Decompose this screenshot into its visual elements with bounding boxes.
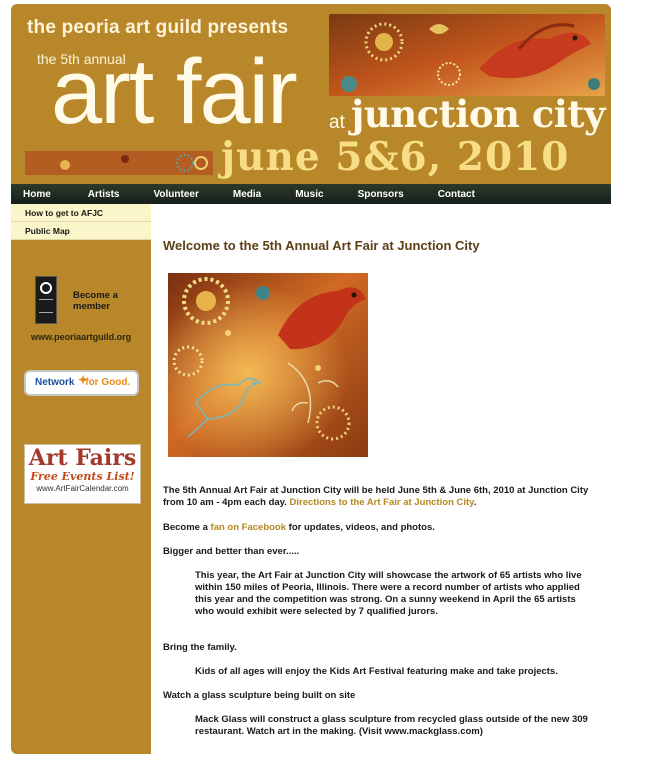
nav-media[interactable]: Media [233, 189, 261, 200]
sidebar: How to get to AFJC Public Map Become a m… [11, 204, 151, 754]
banner-dates: june 5&6, 2010 [221, 134, 570, 180]
main-nav: Home Artists Volunteer Media Music Spons… [11, 184, 611, 204]
nav-sponsors[interactable]: Sponsors [358, 189, 404, 200]
art-guild-logo-icon[interactable] [35, 276, 57, 324]
for-good-label: for Good. [85, 377, 131, 388]
facebook-link[interactable]: fan on Facebook [211, 522, 286, 533]
sidebar-link-public-map[interactable]: Public Map [11, 222, 151, 240]
network-label: Network [35, 377, 75, 388]
nav-home[interactable]: Home [23, 189, 51, 200]
art-fairs-calendar-badge[interactable]: Art Fairs Free Events List! www.ArtFairC… [24, 444, 141, 504]
become-member-label[interactable]: Become a member [73, 290, 133, 312]
nav-music[interactable]: Music [295, 189, 323, 200]
art-fairs-title: Art Fairs [28, 445, 137, 471]
glass-paragraph: Mack Glass will construct a glass sculpt… [195, 714, 588, 737]
guild-url[interactable]: www.peoriaartguild.org [31, 332, 131, 342]
banner-artwork-bird [329, 14, 605, 96]
banner-presents: the peoria art guild presents [27, 17, 289, 38]
directions-link[interactable]: Directions to the Art Fair at Junction C… [290, 497, 474, 508]
family-heading: Bring the family. [163, 642, 237, 653]
hero-artwork-birds [168, 273, 368, 457]
nav-artists[interactable]: Artists [88, 189, 120, 200]
bigger-paragraph: This year, the Art Fair at Junction City… [195, 570, 582, 617]
art-fairs-subtitle: Free Events List! [30, 470, 135, 483]
page-title: Welcome to the 5th Annual Art Fair at Ju… [163, 238, 480, 253]
page: the peoria art guild presents the 5th an… [11, 4, 611, 754]
banner-artwork-strip [25, 151, 213, 175]
main-content: Welcome to the 5th Annual Art Fair at Ju… [163, 238, 603, 737]
art-fairs-url: www.ArtFairCalendar.com [36, 484, 129, 493]
facebook-paragraph: Become a fan on Facebook for updates, vi… [163, 522, 603, 534]
glass-heading: Watch a glass sculpture being built on s… [163, 690, 356, 701]
header-banner: the peoria art guild presents the 5th an… [11, 4, 611, 184]
sidebar-link-directions[interactable]: How to get to AFJC [11, 204, 151, 222]
banner-at: at [329, 112, 345, 133]
nav-volunteer[interactable]: Volunteer [153, 189, 198, 200]
intro-end: . [473, 497, 477, 508]
network-for-good-badge[interactable]: Network ✦ for Good. [24, 370, 139, 396]
family-paragraph: Kids of all ages will enjoy the Kids Art… [195, 666, 558, 677]
banner-title: art fair [51, 41, 298, 143]
bigger-heading: Bigger and better than ever..... [163, 546, 300, 557]
runner-icon: ✦ [78, 373, 89, 387]
facebook-pre: Become a [163, 522, 208, 533]
facebook-post: for updates, videos, and photos. [288, 522, 435, 533]
intro-paragraph: The 5th Annual Art Fair at Junction City… [163, 485, 603, 509]
nav-contact[interactable]: Contact [438, 189, 475, 200]
banner-location: junction city [351, 92, 606, 136]
